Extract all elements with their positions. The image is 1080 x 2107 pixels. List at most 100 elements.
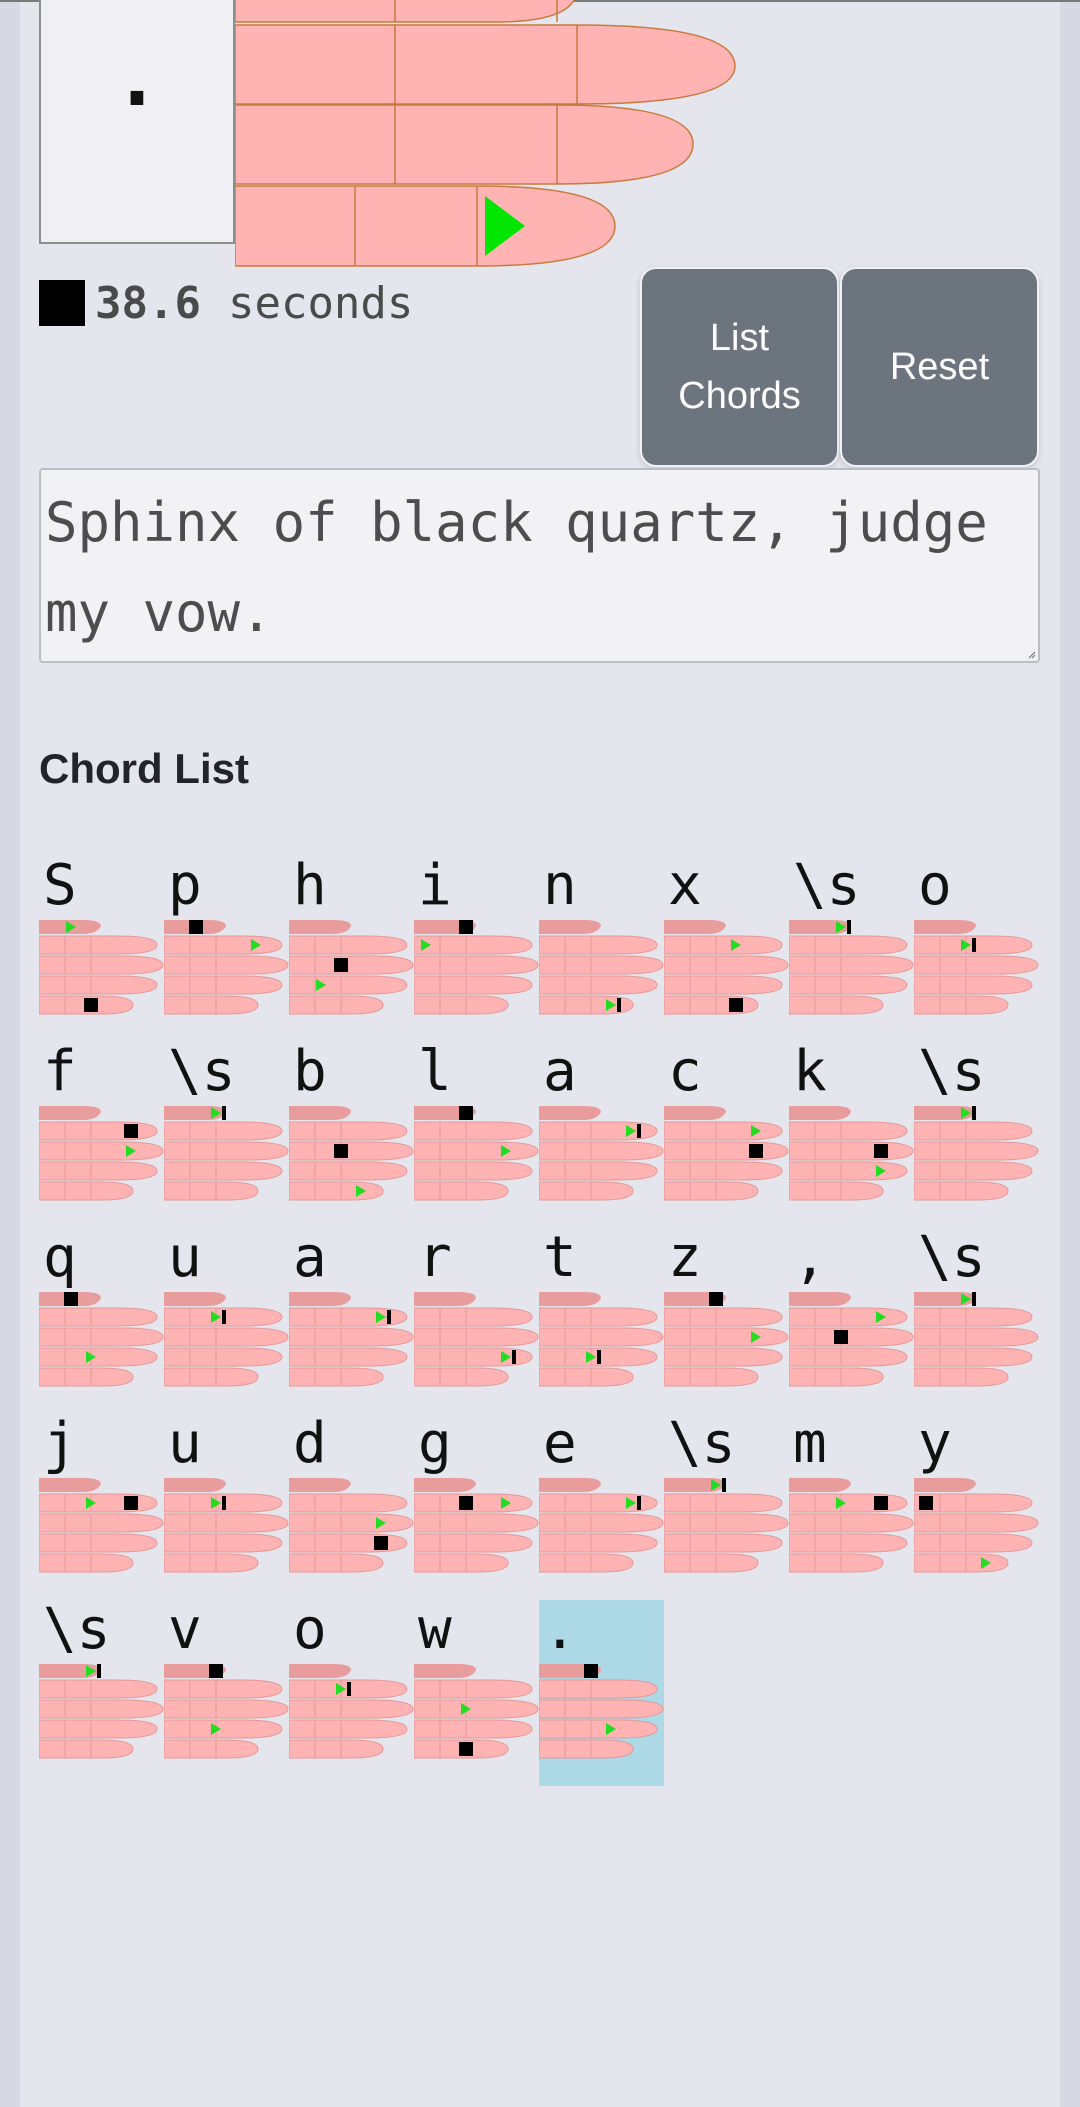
chord-list-item[interactable]: n bbox=[539, 856, 664, 1042]
chord-character: , bbox=[793, 1225, 827, 1290]
chord-hand-diagram bbox=[414, 1292, 539, 1387]
stop-square-icon bbox=[459, 1106, 473, 1120]
timer-indicator-icon bbox=[39, 280, 85, 326]
chord-list-item[interactable]: c bbox=[664, 1042, 789, 1228]
chord-list-item[interactable]: S bbox=[39, 856, 164, 1042]
chord-list-item[interactable]: d bbox=[289, 1414, 414, 1600]
chord-character: u bbox=[168, 1225, 202, 1290]
chord-list-item[interactable]: h bbox=[289, 856, 414, 1042]
chord-hand-diagram bbox=[289, 1292, 414, 1387]
practice-text-input[interactable]: Sphinx of black quartz, judge my vow. bbox=[39, 468, 1040, 663]
chord-list-item[interactable]: e bbox=[539, 1414, 664, 1600]
chord-character: \s bbox=[918, 1225, 986, 1290]
hold-bar-icon bbox=[597, 1350, 601, 1364]
hold-bar-icon bbox=[637, 1124, 641, 1138]
finger-shape bbox=[164, 935, 283, 955]
finger-shape bbox=[289, 1699, 414, 1719]
stop-square-icon bbox=[189, 920, 203, 934]
chord-character: u bbox=[168, 1411, 202, 1476]
chord-list-item[interactable]: j bbox=[39, 1414, 164, 1600]
hold-bar-icon bbox=[512, 1350, 516, 1364]
chord-hand-diagram bbox=[164, 920, 289, 1015]
chord-list-item[interactable]: \s bbox=[39, 1600, 164, 1786]
chord-character: \s bbox=[918, 1039, 986, 1104]
chord-list-title: Chord List bbox=[39, 745, 249, 792]
chord-character: o bbox=[918, 853, 952, 918]
finger-shape bbox=[164, 1181, 259, 1201]
thumb-shape bbox=[164, 1292, 226, 1306]
chord-hand-diagram bbox=[164, 1292, 289, 1387]
chord-list-item[interactable]: r bbox=[414, 1228, 539, 1414]
chord-hand-diagram bbox=[789, 1478, 914, 1573]
finger-shape bbox=[664, 1533, 783, 1553]
chord-list-item[interactable]: \s bbox=[789, 856, 914, 1042]
chord-list-item[interactable]: t bbox=[539, 1228, 664, 1414]
chord-character: \s bbox=[168, 1039, 236, 1104]
chord-list-item[interactable]: . bbox=[539, 1600, 664, 1786]
chord-list-item[interactable]: w bbox=[414, 1600, 539, 1786]
chord-character: \s bbox=[668, 1411, 736, 1476]
chord-hand-diagram bbox=[39, 1292, 164, 1387]
chord-hand-diagram bbox=[789, 1106, 914, 1201]
thumb-shape bbox=[289, 920, 351, 934]
finger-shape bbox=[914, 1513, 1039, 1533]
stop-square-icon bbox=[459, 1742, 473, 1756]
list-chords-button[interactable]: List Chords bbox=[640, 267, 839, 467]
chord-character: f bbox=[43, 1039, 77, 1104]
chord-list-item[interactable]: k bbox=[789, 1042, 914, 1228]
chord-hand-diagram bbox=[914, 1292, 1039, 1387]
chord-list-item[interactable]: o bbox=[914, 856, 1039, 1042]
chord-list-item[interactable]: i bbox=[414, 856, 539, 1042]
chord-list-item[interactable]: m bbox=[789, 1414, 914, 1600]
chord-list-item[interactable]: a bbox=[289, 1228, 414, 1414]
finger-shape bbox=[289, 1513, 414, 1533]
chord-list-item[interactable]: v bbox=[164, 1600, 289, 1786]
chord-list-item[interactable]: a bbox=[539, 1042, 664, 1228]
finger-shape bbox=[414, 1533, 533, 1553]
finger-shape bbox=[914, 1327, 1039, 1347]
chord-list-item[interactable]: b bbox=[289, 1042, 414, 1228]
chord-list-item[interactable]: g bbox=[414, 1414, 539, 1600]
finger-shape bbox=[289, 1347, 408, 1367]
chord-character: b bbox=[293, 1039, 327, 1104]
finger-shape bbox=[39, 1161, 158, 1181]
chord-list-item[interactable]: y bbox=[914, 1414, 1039, 1600]
finger-shape bbox=[664, 1181, 759, 1201]
finger-shape bbox=[414, 1327, 539, 1347]
finger-shape bbox=[539, 1181, 634, 1201]
finger-shape bbox=[789, 1161, 908, 1181]
chord-hand-diagram bbox=[289, 1664, 414, 1759]
finger-shape bbox=[914, 1533, 1033, 1553]
finger-shape bbox=[414, 1719, 533, 1739]
reset-button[interactable]: Reset bbox=[840, 267, 1039, 467]
finger-shape bbox=[914, 1553, 1009, 1573]
resize-grip-icon[interactable] bbox=[1028, 651, 1036, 659]
chord-hand-diagram bbox=[914, 920, 1039, 1015]
chord-list-item[interactable]: , bbox=[789, 1228, 914, 1414]
finger-shape bbox=[39, 1121, 158, 1141]
chord-character: a bbox=[543, 1039, 577, 1104]
timer-value: 38.6 bbox=[95, 277, 201, 329]
chord-list-item[interactable]: o bbox=[289, 1600, 414, 1786]
thumb-shape bbox=[164, 1478, 226, 1492]
chord-list-item[interactable]: u bbox=[164, 1414, 289, 1600]
finger-shape bbox=[39, 1699, 164, 1719]
chord-list-item[interactable]: \s bbox=[664, 1414, 789, 1600]
stop-square-icon bbox=[124, 1124, 138, 1138]
chord-list-item[interactable]: \s bbox=[164, 1042, 289, 1228]
chord-list-item[interactable]: z bbox=[664, 1228, 789, 1414]
chord-hand-diagram bbox=[289, 1106, 414, 1201]
stop-square-icon bbox=[874, 1496, 888, 1510]
chord-list-item[interactable]: f bbox=[39, 1042, 164, 1228]
finger-shape bbox=[664, 935, 783, 955]
chord-list-item[interactable]: \s bbox=[914, 1228, 1039, 1414]
chord-list-item[interactable]: \s bbox=[914, 1042, 1039, 1228]
hand-row-ring bbox=[235, 185, 616, 267]
hand-row-thumb bbox=[235, 0, 575, 23]
chord-list-item[interactable]: x bbox=[664, 856, 789, 1042]
chord-list-item[interactable]: q bbox=[39, 1228, 164, 1414]
chord-list-item[interactable]: u bbox=[164, 1228, 289, 1414]
chord-list-item[interactable]: p bbox=[164, 856, 289, 1042]
chord-list-item[interactable]: l bbox=[414, 1042, 539, 1228]
finger-shape bbox=[414, 1513, 539, 1533]
